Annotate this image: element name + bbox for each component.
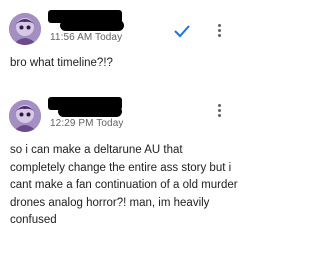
more-vert-icon[interactable] <box>216 104 222 120</box>
timestamp: 12:29 PM Today <box>50 118 124 129</box>
redacted-username <box>58 106 122 117</box>
comment-item: 12:29 PM Today so i can make a deltarune… <box>0 90 244 259</box>
check-icon[interactable] <box>173 24 191 38</box>
comment-text: so i can make a deltarune AU that comple… <box>10 144 238 226</box>
user-avatar[interactable] <box>9 13 41 45</box>
more-vert-icon[interactable] <box>216 24 222 40</box>
timestamp: 11:56 AM Today <box>50 32 123 43</box>
comment-text: bro what timeline?!? <box>10 57 113 69</box>
comment-item: 11:56 AM Today bro what timeline?!? <box>0 0 244 90</box>
user-avatar[interactable] <box>9 100 41 132</box>
redacted-username <box>60 20 124 31</box>
